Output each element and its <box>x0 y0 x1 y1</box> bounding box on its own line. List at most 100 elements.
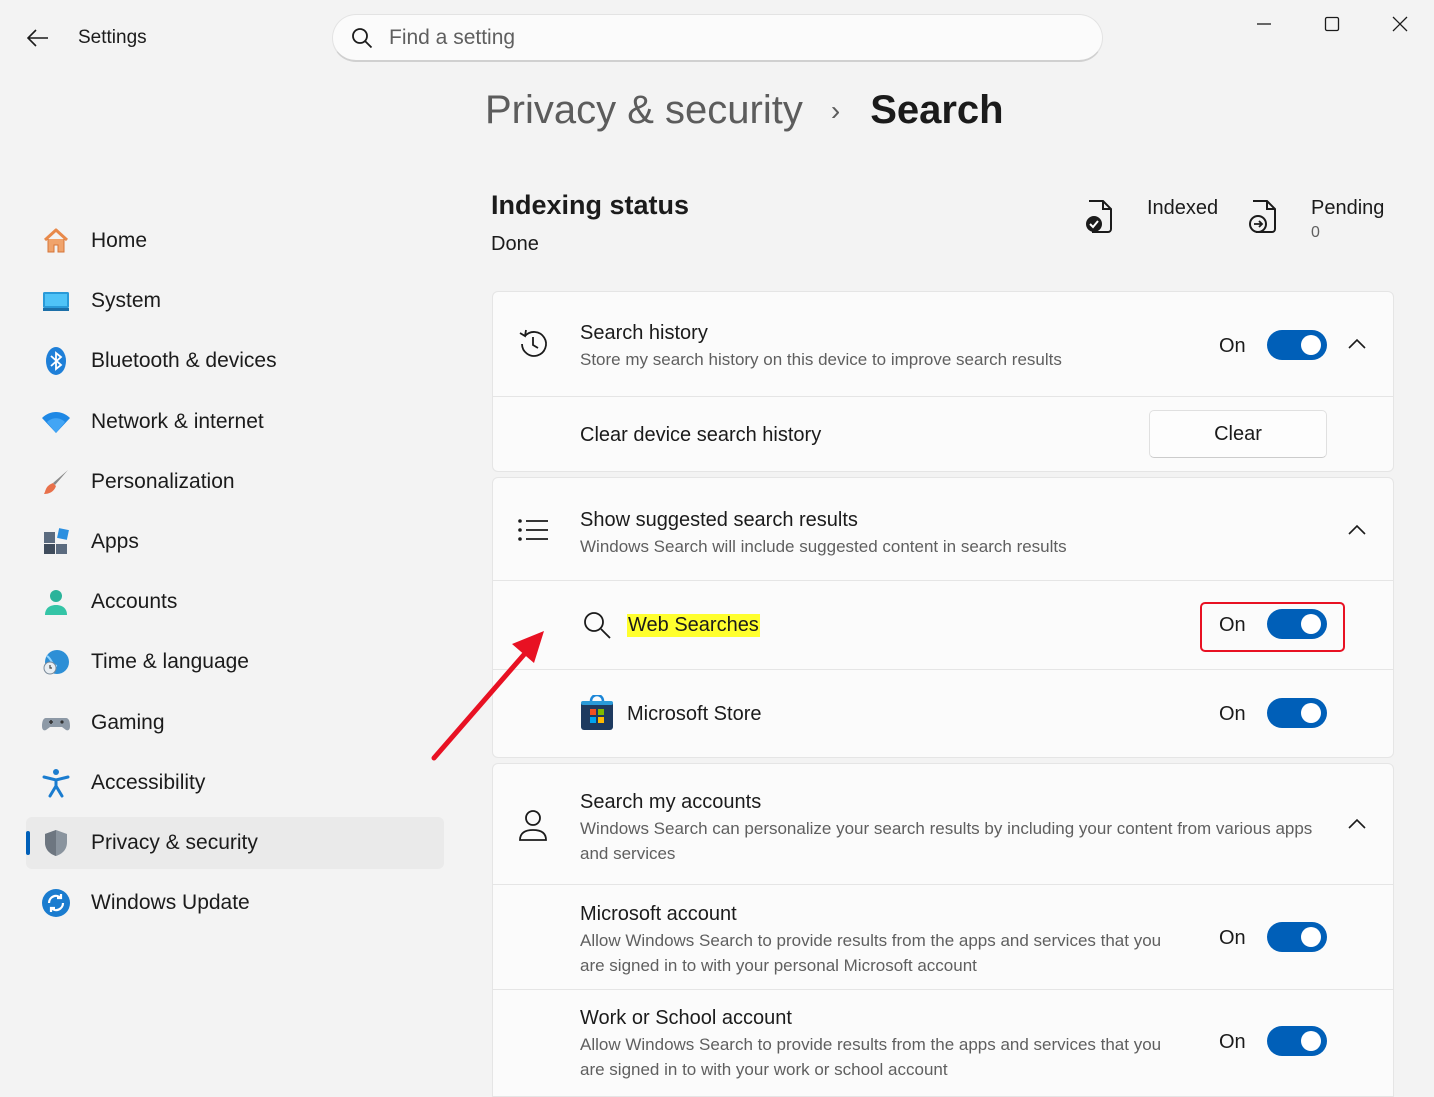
suggested-results-title: Show suggested search results <box>580 509 858 531</box>
page-title: Search <box>870 88 1004 132</box>
wifi-icon <box>40 406 72 438</box>
sidebar-item-label: Bluetooth & devices <box>91 349 277 373</box>
search-icon <box>579 607 615 643</box>
maximize-button[interactable] <box>1310 8 1354 40</box>
indexed-file-icon <box>1084 199 1116 235</box>
clear-button[interactable]: Clear <box>1149 410 1327 458</box>
sidebar-item-label: Apps <box>91 529 139 553</box>
sidebar-item-label: System <box>91 289 162 313</box>
sidebar-item-accounts[interactable]: Accounts <box>26 576 444 628</box>
search-icon <box>352 27 373 48</box>
search-accounts-description: Windows Search can personalize your sear… <box>580 819 1313 863</box>
microsoft-store-icon <box>579 695 615 731</box>
sidebar-item-label: Gaming <box>91 710 165 734</box>
minimize-icon <box>1257 23 1271 25</box>
microsoft-store-label: Microsoft Store <box>627 703 762 725</box>
clear-history-row: Clear device search history Clear <box>493 397 1393 471</box>
work-school-account-toggle[interactable] <box>1267 1026 1327 1056</box>
bluetooth-icon <box>40 345 72 377</box>
sidebar-item-windows-update[interactable]: Windows Update <box>26 877 444 929</box>
title-bar: Settings <box>0 0 1434 76</box>
close-button[interactable] <box>1378 8 1422 40</box>
indexed-label: Indexed <box>1147 197 1219 219</box>
search-accounts-row[interactable]: Search my accounts Windows Search can pe… <box>493 764 1393 884</box>
pending-label: Pending <box>1311 197 1385 219</box>
suggested-results-description: Windows Search will include suggested co… <box>580 537 1067 556</box>
search-history-toggle[interactable] <box>1267 330 1327 360</box>
sidebar-item-system[interactable]: System <box>26 275 444 327</box>
close-icon <box>1392 16 1408 32</box>
accounts-icon <box>40 586 72 618</box>
microsoft-store-row: Microsoft Store On <box>493 670 1393 757</box>
sidebar: Home System Bluetooth & devices Network … <box>26 215 444 937</box>
sidebar-item-label: Accounts <box>91 590 178 614</box>
breadcrumb-parent[interactable]: Privacy & security <box>485 88 803 133</box>
list-icon <box>515 512 551 548</box>
brush-icon <box>40 466 72 498</box>
sidebar-item-privacy-security[interactable]: Privacy & security <box>26 816 444 869</box>
microsoft-account-title: Microsoft account <box>580 903 737 925</box>
search-history-state: On <box>1219 335 1246 357</box>
sidebar-item-label: Time & language <box>91 650 249 674</box>
sidebar-item-time-language[interactable]: Time & language <box>26 636 444 688</box>
pending-count: 0 <box>1311 224 1320 241</box>
indexing-status-value: Done <box>491 233 539 255</box>
history-icon <box>515 326 551 362</box>
pending-file-icon <box>1248 199 1280 235</box>
search-history-description: Store my search history on this device t… <box>580 350 1062 369</box>
clear-history-label: Clear device search history <box>580 424 822 446</box>
microsoft-account-description: Allow Windows Search to provide results … <box>580 931 1162 975</box>
chevron-up-icon[interactable] <box>1345 332 1369 356</box>
apps-icon <box>40 526 72 558</box>
globe-clock-icon <box>40 646 72 678</box>
search-history-title: Search history <box>580 322 708 344</box>
system-icon <box>40 285 72 317</box>
breadcrumb: Privacy & security › Search <box>485 88 1004 133</box>
annotation-highlight-box <box>1200 602 1345 652</box>
suggested-results-row[interactable]: Show suggested search results Windows Se… <box>493 478 1393 580</box>
work-school-account-description: Allow Windows Search to provide results … <box>580 1035 1162 1079</box>
breadcrumb-separator: › <box>830 94 841 126</box>
sidebar-item-label: Network & internet <box>91 409 264 433</box>
search-history-row[interactable]: Search history Store my search history o… <box>493 292 1393 396</box>
search-input[interactable] <box>389 25 989 50</box>
back-button[interactable] <box>22 22 54 54</box>
back-arrow-icon <box>27 29 48 47</box>
accessibility-icon <box>40 767 72 799</box>
sidebar-item-network[interactable]: Network & internet <box>26 396 444 448</box>
sidebar-item-accessibility[interactable]: Accessibility <box>26 757 444 809</box>
sidebar-item-label: Home <box>91 229 148 252</box>
annotation-arrow-icon <box>431 631 544 761</box>
update-icon <box>40 887 72 919</box>
sidebar-item-home[interactable]: Home <box>26 215 444 267</box>
sidebar-item-label: Windows Update <box>91 891 250 915</box>
maximize-icon <box>1324 16 1340 32</box>
microsoft-store-toggle[interactable] <box>1267 698 1327 728</box>
microsoft-account-state: On <box>1219 927 1246 949</box>
minimize-button[interactable] <box>1242 8 1286 40</box>
sidebar-item-label: Privacy & security <box>91 830 258 854</box>
gamepad-icon <box>40 707 72 739</box>
work-school-account-title: Work or School account <box>580 1007 792 1029</box>
search-box[interactable] <box>332 14 1103 62</box>
sidebar-item-bluetooth[interactable]: Bluetooth & devices <box>26 335 444 387</box>
search-accounts-title: Search my accounts <box>580 791 762 813</box>
sidebar-item-label: Personalization <box>91 469 235 493</box>
sidebar-item-apps[interactable]: Apps <box>26 516 444 568</box>
sidebar-item-label: Accessibility <box>91 770 206 794</box>
shield-icon <box>40 827 72 859</box>
work-school-account-state: On <box>1219 1031 1246 1053</box>
chevron-up-icon[interactable] <box>1345 518 1369 542</box>
person-icon <box>515 808 551 844</box>
microsoft-account-row: Microsoft account Allow Windows Search t… <box>493 885 1393 989</box>
microsoft-account-toggle[interactable] <box>1267 922 1327 952</box>
indexing-status-title: Indexing status <box>491 190 690 220</box>
sidebar-item-gaming[interactable]: Gaming <box>26 697 444 749</box>
chevron-up-icon[interactable] <box>1345 812 1369 836</box>
work-school-account-row: Work or School account Allow Windows Sea… <box>493 990 1393 1096</box>
search-history-card: Search history Store my search history o… <box>492 291 1394 472</box>
microsoft-store-state: On <box>1219 703 1246 725</box>
app-title: Settings <box>78 27 147 48</box>
sidebar-item-personalization[interactable]: Personalization <box>26 456 444 508</box>
home-icon <box>40 225 72 257</box>
